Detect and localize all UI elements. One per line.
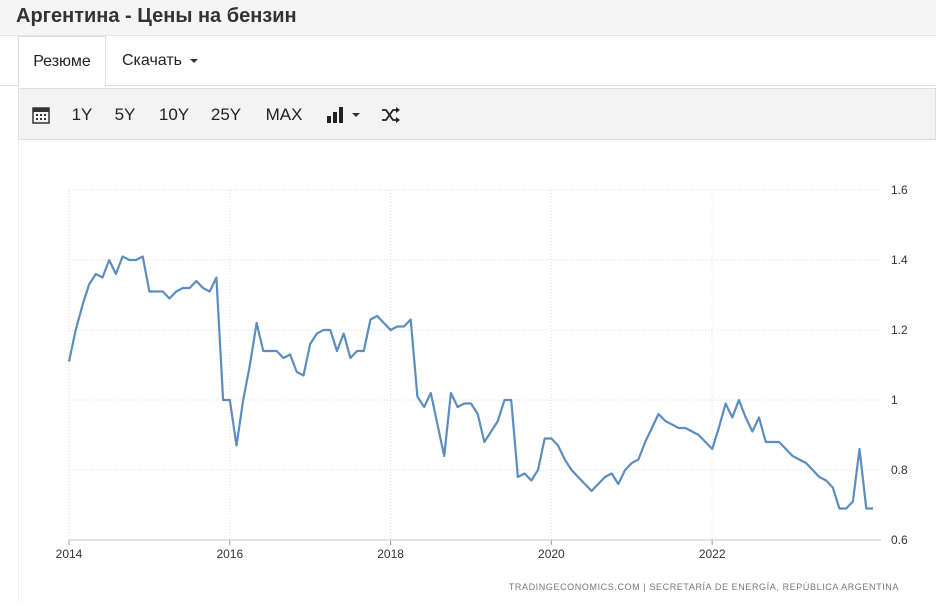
line-chart: 0.6 0.8 1 1.2 1.4 1.6 2014 2016 2018 2020 2022 TRAD…	[19, 140, 936, 602]
y-tick-label: 1	[891, 393, 898, 407]
calendar-icon	[32, 106, 50, 124]
source-credit: TRADINGECONOMICS.COM | SECRETARÍA DE ENE…	[509, 582, 899, 592]
range-max-button[interactable]: MAX	[261, 89, 307, 141]
x-tick-label: 2022	[699, 547, 726, 561]
x-tick-label: 2014	[56, 547, 83, 561]
range-10y-button[interactable]: 10Y	[155, 89, 193, 141]
title-bar: Аргентина - Цены на бензин	[0, 0, 936, 36]
x-tick-label: 2018	[377, 547, 404, 561]
tab-download-label: Скачать	[122, 52, 182, 70]
range-25y-button[interactable]: 25Y	[207, 89, 245, 141]
compare-button[interactable]	[377, 89, 405, 141]
page-title: Аргентина - Цены на бензин	[16, 5, 297, 28]
chevron-down-icon	[352, 113, 360, 117]
range-1y-button[interactable]: 1Y	[67, 89, 97, 141]
y-tick-label: 1.4	[891, 253, 908, 267]
chevron-down-icon	[190, 59, 198, 63]
series-line	[69, 257, 873, 509]
y-tick-label: 1.2	[891, 323, 908, 337]
chart-toolbar: 1Y 5Y 10Y 25Y MAX	[18, 88, 936, 140]
chart-type-button[interactable]	[321, 89, 365, 141]
x-tick-label: 2020	[538, 547, 565, 561]
x-tick-label: 2016	[216, 547, 243, 561]
y-tick-label: 1.6	[891, 183, 908, 197]
range-5y-button[interactable]: 5Y	[111, 89, 139, 141]
bar-chart-icon	[326, 107, 344, 123]
shuffle-icon	[381, 107, 401, 123]
y-tick-label: 0.6	[891, 533, 908, 547]
calendar-button[interactable]	[27, 89, 55, 141]
tab-summary[interactable]: Резюме	[18, 36, 106, 87]
chart-area: 0.6 0.8 1 1.2 1.4 1.6 2014 2016 2018 2020 2022 TRAD…	[18, 140, 936, 602]
tab-bar: Резюме Скачать	[0, 36, 936, 86]
y-tick-label: 0.8	[891, 463, 908, 477]
tab-download[interactable]: Скачать	[110, 36, 210, 86]
